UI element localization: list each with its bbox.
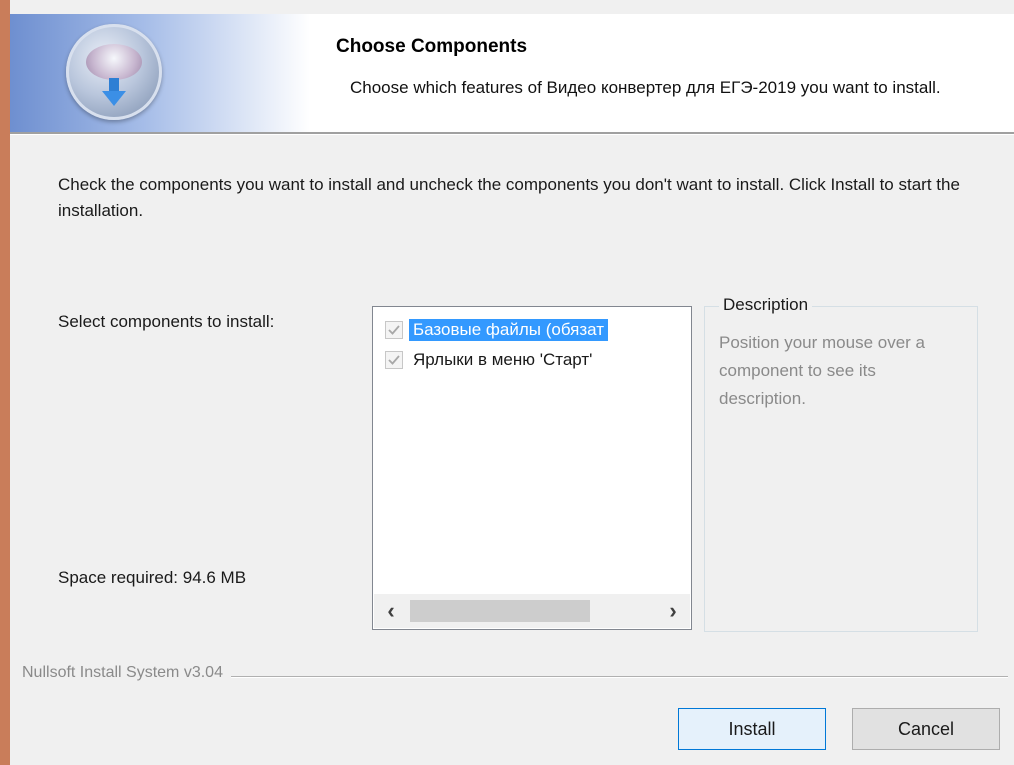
description-title: Description: [719, 295, 813, 315]
component-item-start-menu-shortcuts[interactable]: Ярлыки в меню 'Старт': [385, 347, 691, 373]
disc-graphic: [86, 44, 142, 80]
component-item-base-files[interactable]: Базовые файлы (обязат: [385, 317, 691, 343]
cancel-button[interactable]: Cancel: [852, 708, 1000, 750]
component-checkbox[interactable]: [385, 321, 403, 339]
footer-brand: Nullsoft Install System v3.04: [22, 664, 231, 682]
download-arrow-icon: [102, 78, 126, 106]
component-label: Ярлыки в меню 'Старт': [413, 350, 593, 369]
component-checkbox[interactable]: [385, 351, 403, 369]
instruction-text: Check the components you want to install…: [58, 175, 960, 220]
installer-disc-icon: [66, 24, 162, 120]
description-group: Description Position your mouse over a c…: [704, 295, 978, 632]
space-required-label: Space required: 94.6 MB: [58, 568, 247, 587]
scroll-left-button[interactable]: ‹: [374, 594, 408, 628]
page-title: Choose Components: [336, 36, 528, 57]
window-left-border: [0, 0, 10, 765]
component-label: Базовые файлы (обязат: [409, 319, 609, 341]
description-text: Position your mouse over a component to …: [719, 333, 925, 408]
header-banner: Choose Components Choose which features …: [10, 14, 1014, 132]
scroll-right-button[interactable]: ›: [656, 594, 690, 628]
header-divider: [10, 132, 1014, 135]
checkmark-icon: [388, 355, 400, 365]
install-button[interactable]: Install: [678, 708, 826, 750]
scroll-thumb[interactable]: [410, 600, 590, 622]
checkmark-icon: [388, 325, 400, 335]
components-list[interactable]: Базовые файлы (обязат Ярлыки в меню 'Ста…: [372, 306, 692, 630]
page-subtitle: Choose which features of Видео конвертер…: [350, 78, 941, 97]
horizontal-scrollbar[interactable]: ‹ ›: [374, 594, 690, 628]
select-components-label: Select components to install:: [58, 312, 275, 331]
